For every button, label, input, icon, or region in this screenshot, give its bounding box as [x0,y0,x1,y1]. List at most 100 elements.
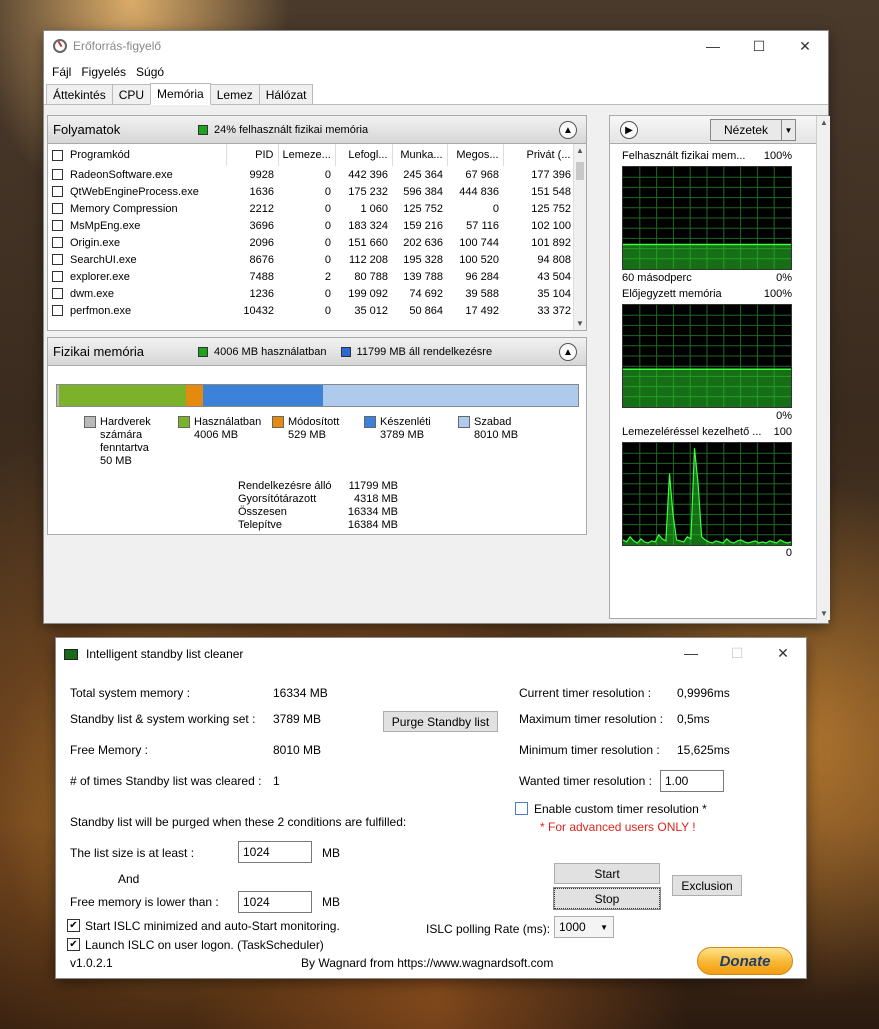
table-cell: 125 752 [531,202,571,215]
row-checkbox[interactable] [52,220,63,232]
process-name: perfmon.exe [70,304,132,317]
menu-bar: Fájl Figyelés Súgó [44,61,828,83]
process-name-cell: QtWebEngineProcess.exe [48,183,226,200]
scrollbar-thumb[interactable] [576,162,584,180]
process-scrollbar[interactable]: ▲ ▼ [573,144,586,330]
table-cell: 67 968 [465,168,499,181]
memory-bar-segment-standby [202,385,324,406]
collapse-up-icon[interactable]: ▲ [559,121,577,139]
start-button[interactable]: Start [554,863,660,884]
menu-monitor[interactable]: Figyelés [76,65,131,79]
launch-on-logon-checkbox[interactable]: ✔ [67,938,80,951]
select-all-checkbox[interactable] [52,149,63,161]
close-button[interactable]: ✕ [782,31,828,61]
table-row[interactable]: Memory Compression 2212 0 1 060 125 752 0 125 … [48,200,575,217]
table-row[interactable]: explorer.exe 7488 2 80 788 139 788 96 284 43 5… [48,268,575,285]
tab-network[interactable]: Hálózat [258,84,314,104]
table-cell: 444 836 [459,185,499,198]
column-header[interactable]: Privát (... [503,144,576,166]
polling-rate-select[interactable]: 1000 ▼ [554,916,614,938]
donate-button[interactable]: Donate [697,947,793,975]
table-cell: 0 [324,236,331,249]
table-cell: 183 324 [348,219,388,232]
legend-value: 529 MB [288,429,326,441]
advanced-users-note: * For advanced users ONLY ! [540,820,696,834]
table-cell: 177 396 [531,168,571,181]
expand-right-icon[interactable]: ▶ [620,121,638,139]
tab-cpu[interactable]: CPU [111,84,152,104]
islc-titlebar[interactable]: Intelligent standby list cleaner — ☐ ✕ [56,638,806,670]
graphs-scrollbar[interactable]: ▲ ▼ [816,116,830,620]
list-size-input[interactable]: 1024 [238,841,312,863]
table-cell: 1636 [249,185,274,198]
column-header[interactable]: Lemeze... [278,144,336,166]
stop-button[interactable]: Stop [553,887,661,910]
table-row[interactable]: Origin.exe 2096 0 151 660 202 636 100 744 101 … [48,234,575,251]
row-checkbox[interactable] [52,186,63,198]
free-lower-input[interactable]: 1024 [238,891,312,913]
row-checkbox[interactable] [52,288,63,300]
exclusion-button[interactable]: Exclusion [672,875,742,896]
resource-monitor-icon [53,39,67,53]
minimize-button[interactable]: — [690,31,736,61]
minimize-button[interactable]: — [668,638,714,668]
memory-legend-item: Hardverek számára fenntartva 50 MB [84,416,151,468]
in-use-icon [198,346,208,357]
purge-standby-button[interactable]: Purge Standby list [383,711,498,732]
maximize-button[interactable]: ☐ [736,31,782,61]
menu-help[interactable]: Súgó [131,65,169,79]
resmon-titlebar[interactable]: Erőforrás-figyelő — ☐ ✕ [44,31,828,61]
table-row[interactable]: dwm.exe 1236 0 199 092 74 692 39 588 35 104 [48,285,575,302]
legend-sub2: fenntartva [100,442,149,454]
free-memory-label: Free Memory : [70,743,149,757]
table-row[interactable]: MsMpEng.exe 3696 0 183 324 159 216 57 116 102 … [48,217,575,234]
legend-label: Módosított [288,416,340,428]
tab-overview[interactable]: Áttekintés [46,84,113,104]
collapse-up-icon[interactable]: ▲ [559,343,577,361]
window-title: Erőforrás-figyelő [73,39,162,53]
process-name: dwm.exe [70,287,115,300]
row-checkbox[interactable] [52,305,63,317]
column-header[interactable]: Programkód [48,144,227,166]
stat-value: 4318 MB [353,493,398,505]
custom-resolution-checkbox[interactable] [515,802,528,815]
row-checkbox[interactable] [52,203,63,215]
table-row[interactable]: RadeonSoftware.exe 9928 0 442 396 245 364 67 … [48,166,575,183]
views-dropdown[interactable]: Nézetek ▼ [710,119,796,141]
close-button[interactable]: ✕ [760,638,806,668]
graph1-min: 0% [776,272,792,284]
table-cell: 7488 [249,270,274,283]
column-header[interactable]: PID [226,144,279,166]
maximize-button[interactable]: ☐ [714,638,760,668]
table-cell: 0 [324,287,331,300]
physical-memory-header[interactable]: Fizikai memória 4006 MB használatban 117… [48,338,586,366]
row-checkbox[interactable] [52,271,63,283]
processes-header[interactable]: Folyamatok 24% felhasznált fizikai memór… [48,116,586,144]
row-checkbox[interactable] [52,254,63,266]
legend-swatch [458,416,470,428]
column-header[interactable]: Munka... [392,144,448,166]
column-header[interactable]: Megos... [447,144,504,166]
table-cell: 80 788 [354,270,388,283]
table-cell: 17 492 [465,304,499,317]
legend-swatch [84,416,96,428]
menu-file[interactable]: Fájl [47,65,76,79]
stat-label: Összesen [238,506,287,518]
memory-stats: Rendelkezésre álló 11799 MB Gyorsítótárazo… [238,480,398,532]
column-header[interactable]: Lefogl... [335,144,393,166]
tab-memory[interactable]: Memória [150,83,211,105]
row-checkbox[interactable] [52,237,63,249]
chevron-down-icon: ▼ [600,922,608,932]
views-label: Nézetek [723,123,769,137]
tab-disk[interactable]: Lemez [209,84,260,104]
graph-canvas [623,305,791,407]
table-cell: 202 636 [403,236,443,249]
table-row[interactable]: perfmon.exe 10432 0 35 012 50 864 17 492 33 37… [48,302,575,319]
table-cell: 9928 [249,168,274,181]
row-checkbox[interactable] [52,169,63,181]
graph2-max: 100% [763,288,792,300]
start-minimized-checkbox[interactable]: ✔ [67,919,80,932]
wanted-resolution-input[interactable]: 1.00 [660,770,724,792]
table-row[interactable]: SearchUI.exe 8676 0 112 208 195 328 100 520 94… [48,251,575,268]
table-row[interactable]: QtWebEngineProcess.exe 1636 0 175 232 596 38… [48,183,575,200]
